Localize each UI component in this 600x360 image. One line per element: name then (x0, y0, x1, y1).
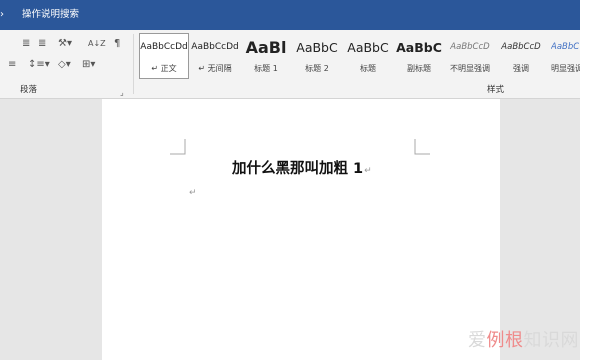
style-name: 强调 (513, 64, 529, 73)
style-subtitle[interactable]: AaBbC 副标题 (394, 33, 444, 79)
watermark-prefix: 爱 (468, 330, 487, 351)
style-preview: AaBbC (296, 40, 338, 55)
site-watermark: 爱例根知识网 (468, 329, 579, 353)
style-title[interactable]: AaBbC 标题 (343, 33, 393, 79)
watermark-accent: 例根 (486, 330, 524, 351)
empty-paragraph-mark-icon: ↵ (189, 188, 197, 198)
paragraph-mark-icon: ↵ (364, 166, 372, 176)
style-preview: AaBbC (347, 40, 389, 55)
style-preview: AaBbCcD (450, 42, 490, 52)
group-separator (133, 34, 134, 94)
shading-button[interactable]: ◇▾ (58, 58, 71, 72)
document-area: 加什么黑那叫加粗 1↵ ↵ (0, 99, 580, 360)
ribbon: ≣ ≣ ⚒▾ A↓Z ¶ ≡ ↕≡▾ ◇▾ ⊞▾ 段落 ⌟ AaBbCcDd ↵… (0, 30, 583, 99)
style-heading-2[interactable]: AaBbC 标题 2 (292, 33, 342, 79)
paragraph-dialog-launcher-icon[interactable]: ⌟ (120, 88, 129, 97)
style-name: ↵ 无间隔 (198, 64, 232, 73)
style-name: 标题 2 (305, 64, 329, 73)
style-preview: AaBbC (551, 42, 579, 52)
tell-me-search[interactable]: 操作说明搜索 (22, 8, 79, 22)
style-preview: AaBbCcDd (191, 42, 239, 52)
app-icon: › (0, 9, 4, 20)
style-name: 标题 (360, 64, 376, 73)
chinese-layout-button[interactable]: ⚒▾ (58, 37, 72, 51)
borders-button[interactable]: ⊞▾ (82, 58, 95, 72)
show-marks-button[interactable]: ¶ (114, 37, 120, 51)
style-preview: AaBbCcD (501, 42, 541, 52)
document-heading[interactable]: 加什么黑那叫加粗 1↵ (232, 159, 372, 181)
line-spacing-button[interactable]: ↕≡▾ (28, 58, 50, 72)
style-preview: AaBbC (396, 40, 442, 55)
style-intense-emphasis[interactable]: AaBbC 明显强调 (547, 33, 583, 79)
style-preview: AaBl (245, 38, 287, 57)
increase-indent-button[interactable]: ≣ (38, 37, 46, 51)
sort-button[interactable]: A↓Z (88, 37, 106, 51)
style-name: 标题 1 (254, 64, 278, 73)
crop-mark-top-right-icon (414, 139, 430, 155)
crop-mark-top-left-icon (170, 139, 186, 155)
style-name: 不明显强调 (450, 64, 490, 73)
heading-text: 加什么黑那叫加粗 1 (232, 161, 364, 177)
document-page[interactable] (102, 99, 500, 360)
style-emphasis[interactable]: AaBbCcD 强调 (496, 33, 546, 79)
style-name: ↵ 正文 (151, 64, 177, 73)
style-heading-1[interactable]: AaBl 标题 1 (241, 33, 291, 79)
style-normal[interactable]: AaBbCcDd ↵ 正文 (139, 33, 189, 79)
window-edge (580, 0, 600, 360)
title-bar: › 操作说明搜索 (0, 0, 580, 30)
style-subtle-emphasis[interactable]: AaBbCcD 不明显强调 (445, 33, 495, 79)
paragraph-group-label: 段落 (20, 85, 38, 95)
style-no-spacing[interactable]: AaBbCcDd ↵ 无间隔 (190, 33, 240, 79)
styles-gallery: AaBbCcDd ↵ 正文 AaBbCcDd ↵ 无间隔 AaBl 标题 1 A… (137, 33, 583, 82)
style-name: 明显强调 (551, 64, 583, 73)
styles-group-label: 样式 (487, 85, 505, 95)
distributed-align-button[interactable]: ≡ (8, 58, 16, 72)
decrease-indent-button[interactable]: ≣ (22, 37, 30, 51)
style-name: 副标题 (407, 64, 431, 73)
style-preview: AaBbCcDd (140, 42, 188, 52)
watermark-suffix: 知识网 (523, 330, 579, 351)
